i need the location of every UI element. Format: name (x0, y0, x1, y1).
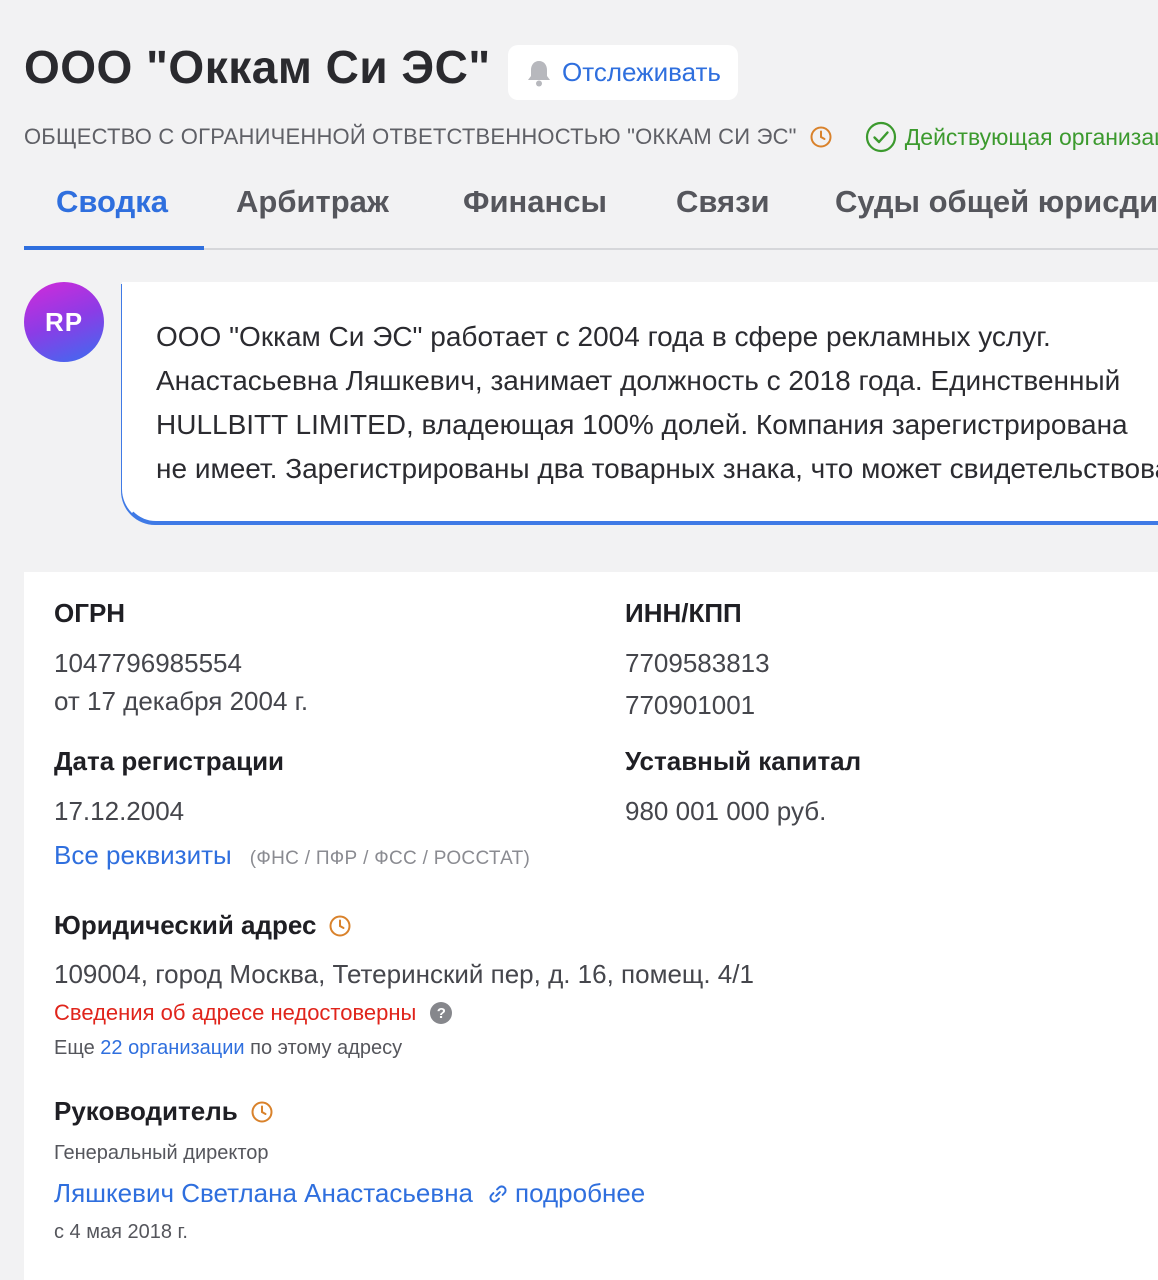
full-legal-name: ОБЩЕСТВО С ОГРАНИЧЕННОЙ ОТВЕТСТВЕННОСТЬЮ… (24, 124, 797, 149)
summary-bubble: ООО "Оккам Си ЭС" работает с 2004 года в… (122, 282, 1158, 523)
tab-connections[interactable]: Связи (676, 184, 770, 220)
same-address-row: Еще 22 организации по этому адресу (54, 1037, 402, 1060)
director-position: Генеральный директор (54, 1142, 269, 1164)
follow-button[interactable]: Отслеживать (508, 45, 738, 100)
same-address-prefix: Еще (54, 1037, 95, 1059)
tab-general-courts[interactable]: Суды общей юрисдикции (835, 184, 1158, 220)
summary-line: HULLBITT LIMITED, владеющая 100% долей. … (156, 409, 1128, 440)
summary-line: Анастасьевна Ляшкевич, занимает должност… (156, 365, 1121, 396)
same-address-suffix: по этому адресу (250, 1037, 403, 1059)
follow-label: Отслеживать (562, 57, 721, 87)
check-circle-icon (865, 121, 897, 153)
capital-value: 980 001 000 руб. (625, 796, 827, 826)
status-text: Действующая организация (904, 123, 1158, 150)
tab-finances[interactable]: Финансы (463, 184, 607, 220)
address-label: Юридический адрес (54, 910, 352, 941)
inn-kpp-label: ИНН/КПП (625, 598, 742, 629)
history-clock-icon[interactable] (809, 125, 833, 149)
summary-line: не имеет. Зарегистрированы два товарных … (156, 453, 1158, 484)
director-row: Ляшкевич Светлана Анастасьевна подробнее (54, 1178, 645, 1209)
director-details-link[interactable]: подробнее (487, 1178, 645, 1209)
history-clock-icon[interactable] (328, 914, 352, 938)
kpp-value: 770901001 (625, 690, 756, 720)
link-icon (487, 1183, 509, 1205)
ogrn-date: от 17 декабря 2004 г. (54, 686, 309, 716)
ogrn-value: 1047796985554 (54, 648, 242, 678)
status-badge: Действующая организация (865, 121, 1158, 153)
company-page: ООО "Оккам Си ЭС" Отслеживать ОБЩЕСТВО С… (0, 0, 1158, 1280)
summary-line: ООО "Оккам Си ЭС" работает с 2004 года в… (156, 321, 1051, 352)
reg-date-label: Дата регистрации (54, 746, 284, 777)
full-name-row: ОБЩЕСТВО С ОГРАНИЧЕННОЙ ОТВЕТСТВЕННОСТЬЮ… (24, 120, 1158, 154)
address-warning-text: Сведения об адресе недостоверны (54, 1000, 417, 1025)
capital-label: Уставный капитал (625, 746, 861, 777)
address-value: 109004, город Москва, Тетеринский пер, д… (54, 959, 754, 989)
question-icon[interactable]: ? (430, 1002, 453, 1024)
ogrn-label: ОГРН (54, 598, 125, 629)
summary-text: ООО "Оккам Си ЭС" работает с 2004 года в… (156, 315, 1158, 491)
all-requisites-row: Все реквизиты (ФНС / ПФР / ФСС / РОССТАТ… (54, 840, 530, 871)
all-requisites-link[interactable]: Все реквизиты (54, 840, 232, 871)
active-tab-indicator (24, 246, 204, 250)
director-since: с 4 мая 2018 г. (54, 1221, 188, 1243)
bell-icon (526, 59, 552, 87)
address-warning: Сведения об адресе недостоверны ? (54, 1000, 453, 1026)
company-title: ООО "Оккам Си ЭС" (24, 41, 491, 93)
reg-date-label-text: Дата регистрации (54, 746, 285, 776)
inn-value: 7709583813 (625, 648, 770, 678)
inn-kpp-label-text: ИНН/КПП (625, 598, 742, 628)
requisites-card: ОГРН 1047796985554 от 17 декабря 2004 г.… (24, 572, 1158, 1280)
address-label-text: Юридический адрес (54, 910, 317, 940)
director-name-link[interactable]: Ляшкевич Светлана Анастасьевна (54, 1178, 473, 1209)
director-details-text: подробнее (515, 1178, 646, 1208)
history-clock-icon[interactable] (250, 1100, 274, 1124)
requisites-sources: (ФНС / ПФР / ФСС / РОССТАТ) (249, 848, 531, 869)
tab-summary[interactable]: Сводка (56, 184, 168, 220)
ai-avatar: RP (24, 282, 104, 362)
ogrn-label-text: ОГРН (54, 598, 126, 628)
tab-bar: Сводка Арбитраж Финансы Связи Суды общей… (24, 168, 1158, 250)
same-address-link[interactable]: 22 организации (100, 1037, 244, 1059)
director-label-text: Руководитель (54, 1096, 238, 1126)
reg-date-value: 17.12.2004 (54, 796, 185, 826)
director-label: Руководитель (54, 1096, 274, 1127)
tab-arbitration[interactable]: Арбитраж (236, 184, 389, 220)
capital-label-text: Уставный капитал (625, 746, 862, 776)
